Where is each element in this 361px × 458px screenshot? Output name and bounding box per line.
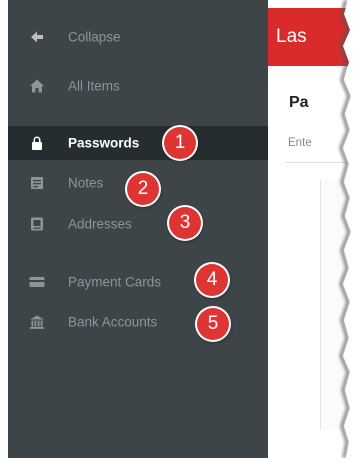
callout-badge-1: 1: [164, 127, 196, 159]
callout-badge-4: 4: [196, 264, 228, 296]
lock-icon: [29, 135, 45, 151]
torn-edge-decoration: [339, 0, 361, 458]
sidebar-item-label: Passwords: [68, 135, 140, 151]
sidebar-item-label: Addresses: [68, 216, 132, 232]
sidebar-item-addresses[interactable]: Addresses: [8, 207, 268, 241]
sidebar-item-label: Payment Cards: [68, 274, 162, 290]
credit-card-icon: [29, 274, 45, 290]
sidebar-item-label: Collapse: [68, 29, 121, 45]
sidebar: Collapse All Items Passwords Notes Addre: [8, 0, 268, 458]
page-title: Pa: [289, 94, 309, 111]
sidebar-item-label: Notes: [68, 175, 104, 191]
note-icon: [29, 175, 45, 191]
home-icon: [29, 78, 45, 94]
arrow-left-icon: [29, 29, 45, 45]
search-input[interactable]: Ente: [288, 137, 312, 149]
sidebar-item-label: Bank Accounts: [68, 314, 158, 330]
sidebar-item-collapse[interactable]: Collapse: [8, 20, 268, 54]
callout-badge-5: 5: [197, 308, 229, 340]
callout-badge-2: 2: [127, 173, 159, 205]
sidebar-item-payment-cards[interactable]: Payment Cards: [8, 265, 268, 299]
bank-icon: [29, 314, 45, 330]
brand-logo-text: Las: [276, 26, 307, 47]
sidebar-item-label: All Items: [68, 78, 120, 94]
callout-badge-3: 3: [169, 207, 201, 239]
sidebar-item-passwords[interactable]: Passwords: [8, 126, 268, 160]
address-card-icon: [29, 216, 45, 232]
page: Collapse All Items Passwords Notes Addre: [0, 0, 361, 458]
sidebar-item-bank-accounts[interactable]: Bank Accounts: [8, 305, 268, 339]
sidebar-item-all-items[interactable]: All Items: [8, 69, 268, 103]
